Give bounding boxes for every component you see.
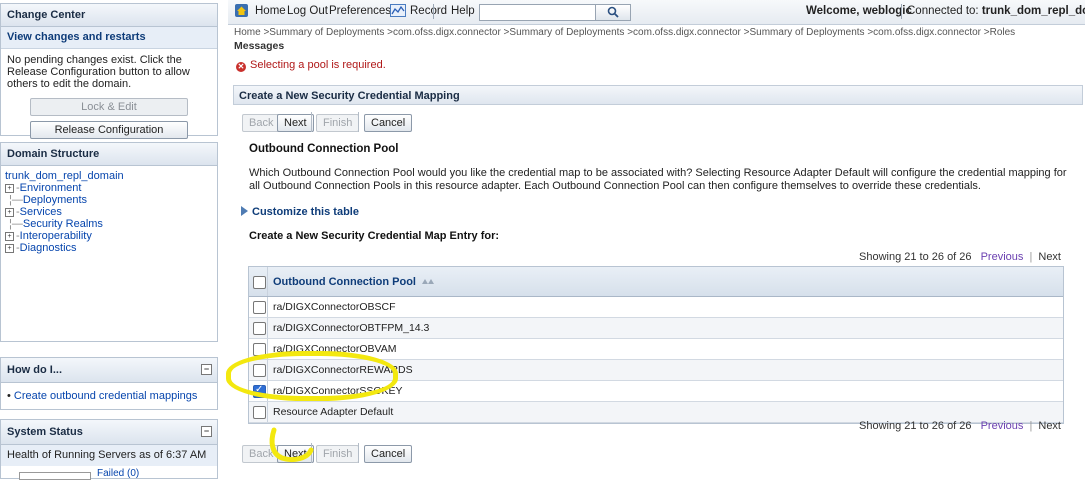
next-page-link[interactable]: Next	[1038, 420, 1061, 432]
customize-table-link[interactable]: Customize this table	[241, 206, 359, 218]
system-status-title: System Status −	[1, 420, 217, 445]
breadcrumb[interactable]: Home >Summary of Deployments >com.ofss.d…	[234, 27, 1015, 38]
preferences-link[interactable]: Preferences	[329, 5, 391, 17]
tree-item-services[interactable]: Services	[20, 206, 62, 218]
cancel-button-bottom[interactable]: Cancel	[364, 445, 413, 463]
select-all-checkbox[interactable]	[253, 276, 266, 289]
table-header-row: Outbound Connection Pool	[249, 267, 1063, 297]
release-configuration-button[interactable]: Release Configuration	[30, 121, 188, 139]
welcome-text: Welcome, weblogic	[806, 5, 912, 17]
expand-icon[interactable]: +	[5, 243, 14, 253]
row-pool-name: Resource Adapter Default	[273, 406, 394, 418]
tree-item-environment[interactable]: Environment	[20, 182, 82, 194]
record-icon[interactable]	[390, 4, 406, 17]
search-button[interactable]	[595, 4, 631, 21]
help-link[interactable]: Help	[451, 5, 475, 17]
row-pool-name: ra/DIGXConnectorOBSCF	[273, 301, 396, 313]
collapse-icon[interactable]: −	[201, 364, 212, 375]
row-pool-name: ra/DIGXConnectorOBTFPM_14.3	[273, 322, 430, 334]
home-link[interactable]: Home	[255, 5, 286, 17]
record-link[interactable]: Record	[410, 5, 447, 17]
expand-triangle-icon	[241, 206, 248, 216]
home-icon[interactable]	[235, 4, 248, 17]
view-changes-link[interactable]: View changes and restarts	[1, 27, 217, 49]
top-toolbar: Home Log Out Preferences Record Help Wel…	[228, 0, 1085, 25]
system-status-panel: System Status − Health of Running Server…	[0, 419, 218, 480]
expand-icon[interactable]: +	[5, 183, 14, 193]
how-do-i-panel: How do I... − • Create outbound credenti…	[0, 357, 218, 410]
tree-item-diagnostics[interactable]: Diagnostics	[20, 242, 77, 254]
domain-root-link[interactable]: trunk_dom_repl_domain	[5, 170, 124, 182]
domain-tree: trunk_dom_repl_domain + -Environment ¦—De…	[5, 170, 124, 254]
pager-bottom: Showing 21 to 26 of 26 Previous | Next	[859, 420, 1061, 432]
section-heading: Outbound Connection Pool	[249, 143, 399, 155]
cancel-button[interactable]: Cancel	[364, 114, 413, 132]
row-checkbox[interactable]	[253, 301, 266, 314]
search-icon	[607, 6, 619, 18]
row-checkbox[interactable]	[253, 322, 266, 335]
change-center-message: No pending changes exist. Click the Rele…	[7, 54, 190, 90]
row-checkbox[interactable]	[253, 406, 266, 419]
sort-icon[interactable]	[421, 277, 435, 285]
highlight-mark-next	[269, 427, 314, 463]
finish-button[interactable]: Finish	[316, 114, 360, 132]
previous-page-link[interactable]: Previous	[981, 251, 1024, 263]
how-do-i-list: • Create outbound credential mappings	[7, 390, 198, 402]
messages-title: Messages	[234, 40, 285, 52]
error-message: ✕ Selecting a pool is required.	[236, 59, 386, 72]
tree-item-interoperability[interactable]: Interoperability	[20, 230, 92, 242]
next-button[interactable]: Next	[277, 114, 314, 132]
table-row[interactable]: ra/DIGXConnectorOBSCF	[249, 297, 1063, 318]
wizard-title: Create a New Security Credential Mapping	[233, 85, 1083, 105]
health-label: Health of Running Servers as of 6:37 AM	[1, 445, 217, 466]
user-name: weblogic	[862, 5, 912, 17]
table-row[interactable]: ra/DIGXConnectorOBTFPM_14.3	[249, 318, 1063, 339]
pager-top: Showing 21 to 26 of 26 Previous | Next	[859, 251, 1061, 263]
next-page-link[interactable]: Next	[1038, 251, 1061, 263]
health-bar	[19, 472, 91, 480]
finish-button-bottom[interactable]: Finish	[316, 445, 360, 463]
tree-item-deployments[interactable]: Deployments	[23, 194, 87, 206]
entry-heading: Create a New Security Credential Map Ent…	[249, 230, 500, 242]
expand-icon[interactable]: +	[5, 231, 14, 241]
domain-structure-title: Domain Structure	[1, 143, 217, 166]
lock-edit-button[interactable]: Lock & Edit	[30, 98, 188, 116]
tree-item-security-realms[interactable]: Security Realms	[23, 218, 103, 230]
create-outbound-credential-link[interactable]: Create outbound credential mappings	[14, 390, 197, 402]
how-do-i-title: How do I... −	[1, 358, 217, 383]
error-icon: ✕	[236, 62, 246, 72]
back-button[interactable]: Back	[242, 114, 281, 132]
connection-pool-table: Outbound Connection Pool ra/DIGXConnecto…	[248, 266, 1064, 424]
highlight-ellipse-rows	[226, 351, 398, 401]
change-center-title: Change Center	[1, 4, 217, 27]
domain-name: trunk_dom_repl_domain	[981, 5, 1085, 17]
column-header-pool[interactable]: Outbound Connection Pool	[273, 276, 435, 288]
change-center-panel: Change Center View changes and restarts …	[0, 3, 218, 139]
collapse-icon[interactable]: −	[201, 426, 212, 437]
previous-page-link[interactable]: Previous	[981, 420, 1024, 432]
expand-icon[interactable]: +	[5, 207, 14, 217]
section-description: Which Outbound Connection Pool would you…	[249, 167, 1067, 192]
failed-link[interactable]: Failed (0)	[97, 468, 139, 479]
domain-structure-panel: Domain Structure trunk_dom_repl_domain +…	[0, 142, 218, 342]
logout-link[interactable]: Log Out	[287, 5, 328, 17]
connected-text: Connected to: trunk_dom_repl_domain	[907, 5, 1085, 17]
